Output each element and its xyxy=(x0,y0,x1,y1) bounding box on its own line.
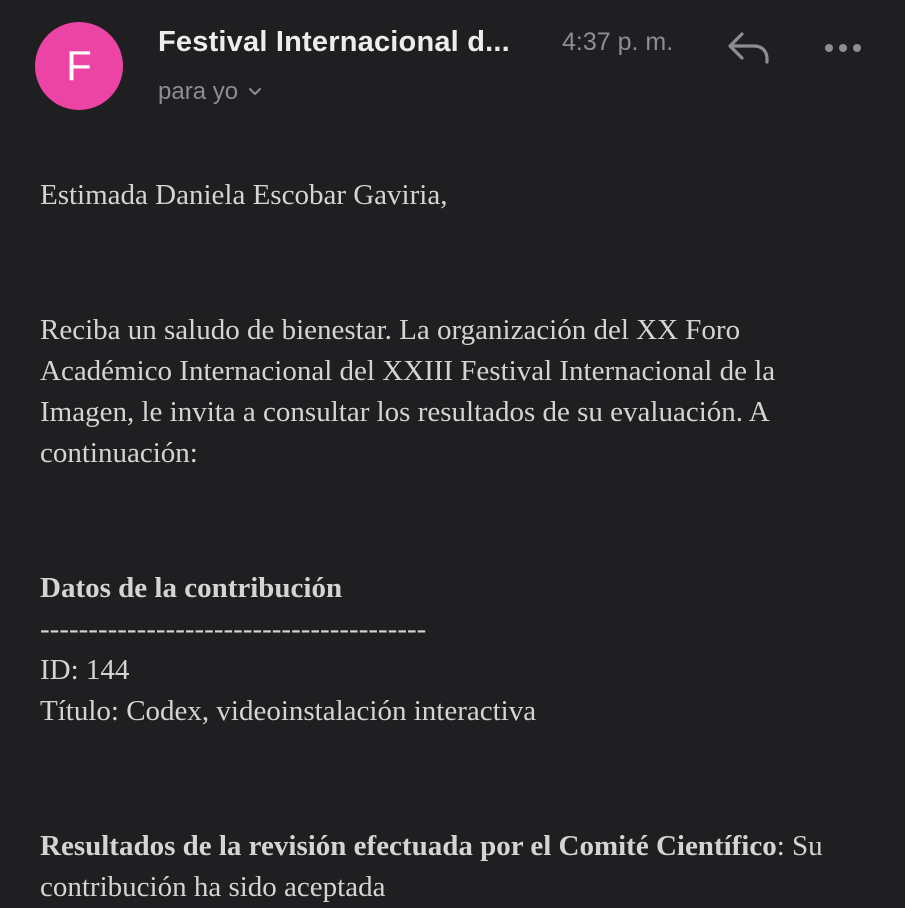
separator-line: ---------------------------------------- xyxy=(40,613,427,645)
sender-name[interactable]: Festival Internacional d... xyxy=(158,24,510,60)
contribution-id: ID: 144 xyxy=(40,654,130,686)
reply-icon xyxy=(728,32,769,64)
recipient-label: para yo xyxy=(158,78,239,105)
reply-button[interactable] xyxy=(724,28,772,68)
email-body: Estimada Daniela Escobar Gaviria, Reciba… xyxy=(40,175,860,908)
recipient-toggle[interactable]: para yo xyxy=(158,76,262,108)
sender-avatar[interactable]: F xyxy=(35,22,123,110)
contribution-heading: Datos de la contribución xyxy=(40,572,343,604)
avatar-letter: F xyxy=(66,42,92,89)
more-icon xyxy=(825,44,861,52)
email-greeting: Estimada Daniela Escobar Gaviria, xyxy=(40,179,448,211)
contribution-title: Título: Codex, videoinstalación interact… xyxy=(40,695,537,727)
chevron-down-icon xyxy=(249,88,262,95)
review-results: Resultados de la revisión efectuada por … xyxy=(40,826,860,908)
results-label: Resultados de la revisión efectuada por … xyxy=(40,830,777,862)
email-intro: Reciba un saludo de bienestar. La organi… xyxy=(40,314,776,469)
more-options-button[interactable] xyxy=(822,38,864,58)
message-time: 4:37 p. m. xyxy=(562,28,674,56)
